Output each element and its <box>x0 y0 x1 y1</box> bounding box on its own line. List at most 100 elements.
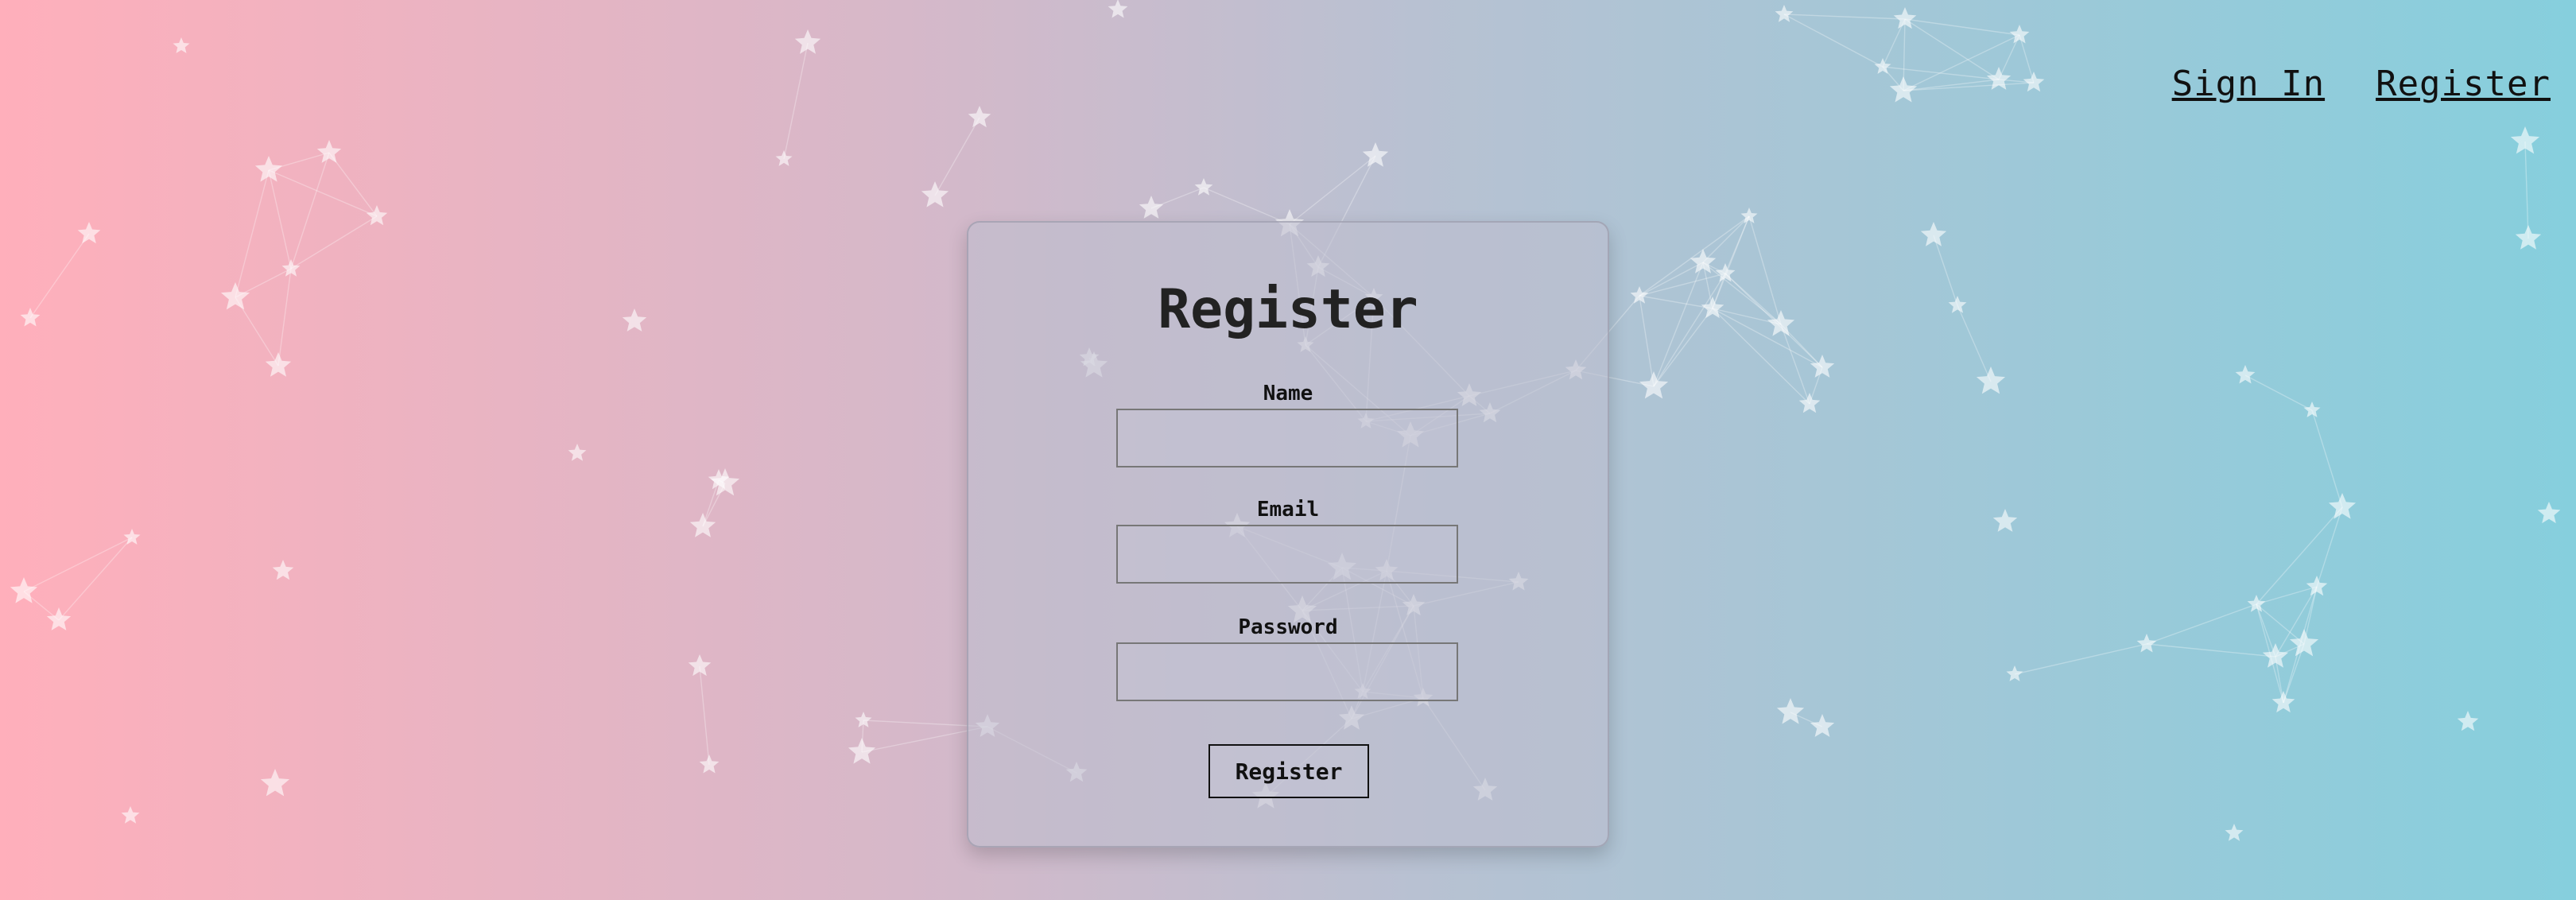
network-line <box>2146 603 2257 645</box>
star-icon <box>1701 297 1724 319</box>
network-line <box>1957 305 1992 382</box>
network-line <box>1998 34 2020 80</box>
star-icon <box>220 282 250 310</box>
network-line <box>1903 79 2000 91</box>
star-icon <box>2136 634 2157 653</box>
name-input[interactable] <box>1116 409 1458 467</box>
star-icon <box>1992 509 2018 532</box>
sign-in-link[interactable]: Sign In <box>2172 64 2325 104</box>
star-icon <box>260 769 290 797</box>
network-line <box>1639 262 1704 297</box>
star-icon <box>2303 402 2321 417</box>
email-input[interactable] <box>1116 525 1458 584</box>
network-line <box>1783 14 1884 68</box>
star-icon <box>2235 365 2256 384</box>
star-icon <box>2328 493 2357 519</box>
star-icon <box>121 806 140 824</box>
star-icon <box>2262 643 2289 668</box>
star-icon <box>622 308 647 332</box>
network-line <box>1903 82 2035 91</box>
star-icon <box>1639 371 1669 399</box>
star-icon <box>1976 367 2006 394</box>
star-icon <box>1194 178 1213 196</box>
star-icon <box>921 181 949 208</box>
star-icon <box>775 150 793 166</box>
network-line <box>1702 215 1750 263</box>
star-icon <box>568 444 587 461</box>
network-line <box>1712 308 1810 405</box>
email-label: Email <box>1256 498 1320 522</box>
network-line <box>2019 34 2035 83</box>
star-icon <box>848 738 876 764</box>
star-icon <box>316 140 342 163</box>
network-line <box>934 117 980 196</box>
password-label: Password <box>1238 615 1338 639</box>
star-icon <box>2225 824 2244 841</box>
star-icon <box>2009 25 2030 44</box>
star-icon <box>366 205 388 226</box>
network-line <box>1783 14 1906 20</box>
star-icon <box>173 37 190 53</box>
network-line <box>2244 374 2313 411</box>
network-line <box>1653 308 1713 387</box>
network-line <box>2146 643 2276 658</box>
star-icon <box>2006 665 2023 681</box>
register-submit-button[interactable]: Register <box>1208 744 1369 798</box>
network-line <box>268 169 378 217</box>
star-icon <box>1775 5 1794 22</box>
network-line <box>23 537 133 592</box>
network-line <box>783 42 809 160</box>
star-icon <box>1986 67 2012 90</box>
network-line <box>2311 409 2343 508</box>
star-icon <box>123 529 141 545</box>
star-icon <box>254 156 283 182</box>
network-line <box>1712 308 1823 368</box>
star-icon <box>1715 263 1736 282</box>
network-line <box>1653 262 1704 387</box>
register-link[interactable]: Register <box>2376 64 2551 104</box>
network-line <box>1933 235 1958 306</box>
network-line <box>1780 324 1810 405</box>
name-label: Name <box>1263 382 1313 405</box>
star-icon <box>688 654 712 677</box>
network-line <box>58 537 133 621</box>
star-icon <box>1810 714 1835 737</box>
star-icon <box>1139 196 1164 219</box>
star-icon <box>1920 222 1947 246</box>
network-line <box>29 233 90 319</box>
star-icon <box>2289 629 2319 657</box>
register-card: Register Name Email Password Register <box>967 221 1609 848</box>
star-icon <box>2515 225 2542 250</box>
star-icon <box>2306 576 2328 596</box>
network-line <box>1639 295 1713 309</box>
network-line <box>2524 141 2529 239</box>
star-icon <box>2271 691 2295 713</box>
network-line <box>2014 643 2147 675</box>
network-line <box>235 169 270 298</box>
star-icon <box>1874 58 1891 74</box>
star-icon <box>968 106 991 128</box>
star-icon <box>272 560 294 580</box>
top-nav: Sign In Register <box>2172 64 2551 104</box>
network-line <box>290 152 330 270</box>
form-title: Register <box>1158 278 1418 341</box>
password-input[interactable] <box>1116 642 1458 701</box>
star-icon <box>1798 393 1821 413</box>
network-line <box>1748 215 1782 325</box>
network-line <box>277 268 292 367</box>
star-icon <box>20 308 41 327</box>
network-line <box>290 215 378 270</box>
star-icon <box>265 352 292 377</box>
network-line <box>1639 295 1655 387</box>
star-icon <box>1948 296 1967 313</box>
star-icon <box>699 755 720 774</box>
star-icon <box>2457 711 2479 731</box>
network-line <box>1904 18 2020 36</box>
network-line <box>1653 273 1726 387</box>
star-icon <box>1630 286 1649 304</box>
network-line <box>1203 187 1290 225</box>
star-icon <box>281 259 301 277</box>
network-line <box>2256 506 2343 605</box>
network-line <box>1289 155 1376 225</box>
star-icon <box>2537 502 2561 524</box>
